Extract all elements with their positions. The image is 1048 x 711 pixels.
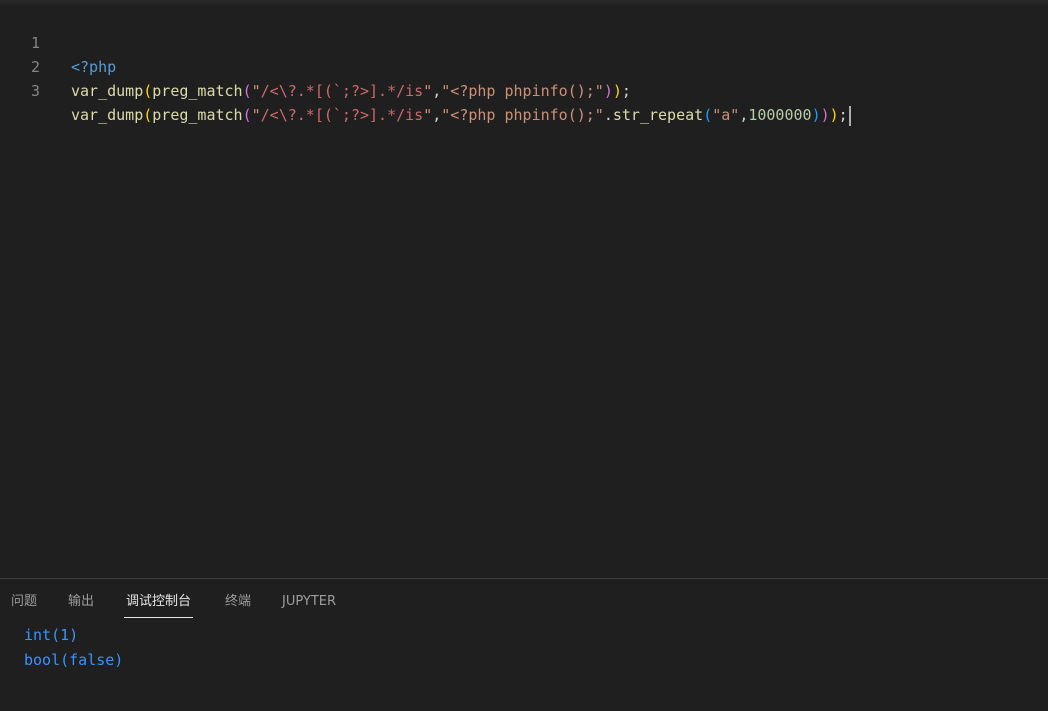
code-line-2[interactable]: 2 var_dump(preg_match("/<\?.*[(`;?>].*/i… (0, 31, 1048, 100)
console-line: int(1) (24, 626, 79, 644)
editor-top-shadow (0, 0, 1048, 6)
console-line: bool(false) (24, 651, 124, 669)
code-line-3[interactable]: 3 var_dump(preg_match("/<\?.*[(`;?>].*/i… (0, 55, 1048, 126)
code-line-1[interactable]: 1 <?php (0, 7, 1048, 76)
tab-terminal[interactable]: 终端 (225, 592, 251, 616)
line-number: 3 (30, 82, 40, 100)
tab-jupyter[interactable]: JUPYTER (282, 592, 336, 616)
code-editor[interactable]: 1 <?php 2 var_dump(preg_match("/<\?.*[(`… (0, 0, 1048, 578)
tab-problems[interactable]: 问题 (11, 592, 37, 616)
text-cursor (848, 105, 851, 126)
tab-debug-console[interactable]: 调试控制台 (123, 592, 194, 618)
tab-output[interactable]: 输出 (68, 592, 94, 616)
code-text[interactable]: var_dump(preg_match("/<\?.*[(`;?>].*/is"… (71, 79, 631, 103)
code-text[interactable]: var_dump(preg_match("/<\?.*[(`;?>].*/is"… (71, 103, 851, 127)
debug-console-output[interactable]: int(1) bool(false) (24, 623, 123, 673)
panel-tabs: 问题 输出 调试控制台 终端 JUPYTER (0, 579, 1048, 619)
bottom-panel: 问题 输出 调试控制台 终端 JUPYTER int(1) bool(false… (0, 578, 1048, 711)
